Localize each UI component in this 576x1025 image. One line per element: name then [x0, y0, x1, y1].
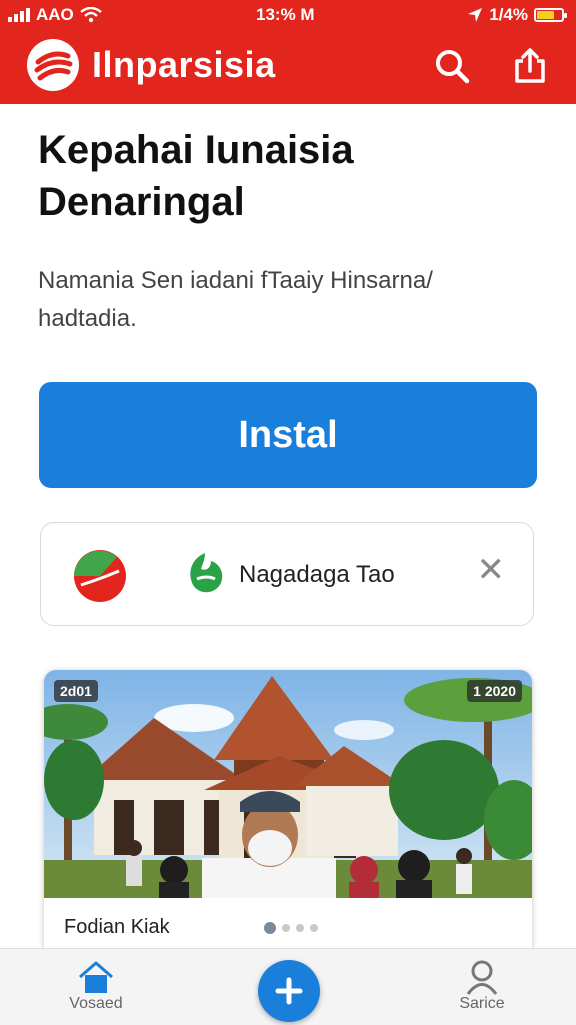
- status-right: 1/4%: [467, 5, 567, 25]
- carrier-name: AAO: [36, 5, 74, 24]
- share-icon: [515, 48, 545, 83]
- partner-logo-icon: [74, 550, 126, 602]
- share-button[interactable]: [508, 44, 552, 88]
- banner-text: Nagadaga Tao: [239, 561, 395, 588]
- news-photo: [44, 670, 532, 898]
- status-time: 13:% M: [256, 5, 315, 24]
- install-button[interactable]: Instal: [39, 382, 537, 488]
- nav-profile-label: Sarice: [459, 995, 505, 1012]
- home-icon: [79, 961, 113, 993]
- app-banner[interactable]: Nagadaga Tao ✕: [40, 522, 534, 626]
- close-icon[interactable]: ✕: [477, 553, 506, 587]
- carousel-dot[interactable]: [264, 922, 276, 934]
- app-logo-icon[interactable]: [26, 38, 80, 92]
- plus-icon: [275, 977, 303, 1005]
- carousel-dots[interactable]: [264, 922, 318, 934]
- news-caption: Fodian Kiak: [64, 916, 170, 938]
- page-title: Kepahai Iunaisia Denaringal: [38, 128, 354, 224]
- page-description: Namania Sen iadani fTaaiy Hinsarna/ hadt…: [38, 267, 433, 332]
- app-header: Ilnparsisia: [0, 30, 576, 104]
- carousel-dot[interactable]: [310, 924, 318, 932]
- search-icon: [436, 50, 470, 84]
- badge-left: 2d01: [54, 680, 98, 702]
- location-arrow-icon: [468, 8, 483, 22]
- nav-home-label: Vosaed: [69, 995, 123, 1012]
- signal-icon: [8, 8, 30, 22]
- battery-percent: 1/4%: [489, 5, 528, 24]
- wifi-icon: [80, 7, 102, 23]
- leaf-icon: [190, 553, 223, 593]
- app-name: Ilnparsisia: [92, 44, 276, 85]
- badge-right: 1 2020: [467, 680, 522, 702]
- search-button[interactable]: [430, 44, 474, 88]
- carousel-dot[interactable]: [282, 924, 290, 932]
- add-button[interactable]: [258, 960, 320, 1022]
- battery-icon: [534, 8, 567, 22]
- nav-profile[interactable]: Sarice: [432, 959, 532, 1013]
- news-card[interactable]: 2d01 1 2020 Fodian Kiak: [44, 670, 532, 960]
- status-left: AAO: [8, 5, 102, 25]
- carousel-dot[interactable]: [296, 924, 304, 932]
- status-bar: AAO 13:% M 1/4%: [0, 0, 576, 30]
- nav-home[interactable]: Vosaed: [46, 959, 146, 1013]
- person-icon: [466, 960, 498, 995]
